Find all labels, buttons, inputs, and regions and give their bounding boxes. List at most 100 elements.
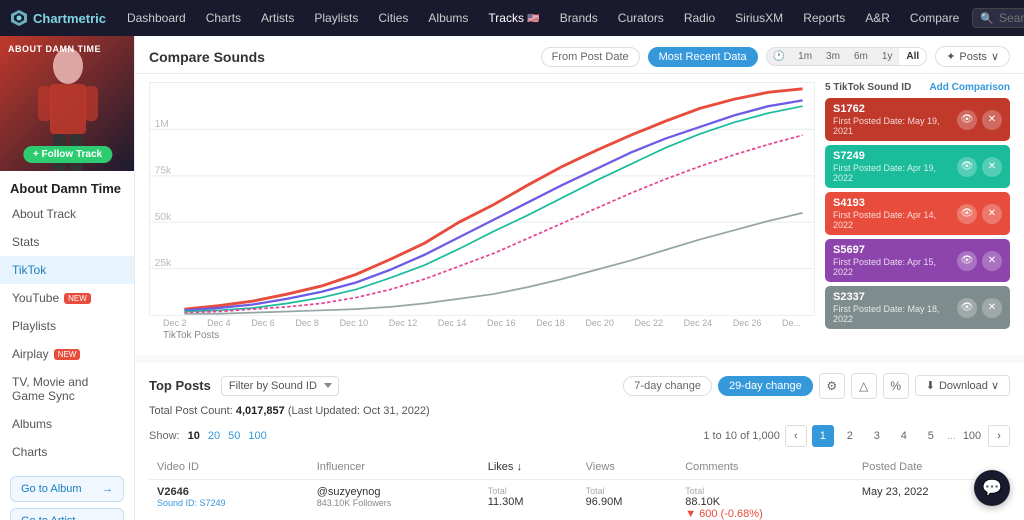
add-comparison-button[interactable]: Add Comparison <box>929 82 1010 93</box>
show-20[interactable]: 20 <box>208 430 220 442</box>
sidebar-item-tiktok[interactable]: TikTok <box>0 256 134 284</box>
nav-artists[interactable]: Artists <box>254 7 301 29</box>
sound-card-eye-icon-0[interactable]: 👁 <box>957 110 977 130</box>
search-input[interactable] <box>999 11 1024 25</box>
go-to-album-button[interactable]: Go to Album → <box>10 476 124 502</box>
posts-button[interactable]: ✦ Posts ∨ <box>935 46 1010 67</box>
sidebar-item-airplay[interactable]: Airplay NEW <box>0 340 134 368</box>
table-header-row: Video ID Influencer Likes ↓ Views Commen… <box>149 455 1010 480</box>
sound-card-close-icon-0[interactable]: ✕ <box>982 110 1002 130</box>
col-video-id: Video ID <box>149 455 309 480</box>
logo[interactable]: Chartmetric <box>10 9 106 27</box>
nav-curators[interactable]: Curators <box>611 7 671 29</box>
sound-card-eye-icon-4[interactable]: 👁 <box>957 298 977 318</box>
nav-brands[interactable]: Brands <box>553 7 605 29</box>
page-4-button[interactable]: 4 <box>893 425 915 447</box>
page-next-button[interactable]: › <box>988 425 1010 447</box>
sound-id-s7249: S7249 <box>833 150 957 162</box>
sound-id-s1762: S1762 <box>833 103 957 115</box>
sound-card-eye-icon-2[interactable]: 👁 <box>957 204 977 224</box>
alert-icon-button[interactable]: △ <box>851 373 877 399</box>
29day-change-button[interactable]: 29-day change <box>718 376 813 396</box>
show-10[interactable]: 10 <box>188 430 200 442</box>
cell-views-0: Total 96.90M <box>578 479 678 520</box>
sound-id-s2337: S2337 <box>833 291 957 303</box>
cell-influencer-0: @suzyeynog 843.10K Followers <box>309 479 480 520</box>
nav-anr[interactable]: A&R <box>858 7 897 29</box>
search-box[interactable]: 🔍 <box>972 8 1024 28</box>
sound-id-cards: 5 TikTok Sound ID Add Comparison S1762 F… <box>825 82 1010 347</box>
time-btn-all[interactable]: All <box>899 48 926 65</box>
album-art: ABOUT DAMN TIME + Follow Track <box>0 36 135 171</box>
7day-change-button[interactable]: 7-day change <box>623 376 712 396</box>
sidebar-item-charts[interactable]: Charts <box>0 438 134 466</box>
filter-by-sound-id-select[interactable]: Filter by Sound ID <box>221 376 339 396</box>
show-100[interactable]: 100 <box>248 430 266 442</box>
show-50[interactable]: 50 <box>228 430 240 442</box>
nav-siriusxm[interactable]: SiriusXM <box>728 7 790 29</box>
header-controls: From Post Date Most Recent Data 🕐 1m 3m … <box>541 46 1010 67</box>
sidebar-item-tv-sync[interactable]: TV, Movie and Game Sync <box>0 368 134 410</box>
sidebar-item-youtube[interactable]: YouTube NEW <box>0 284 134 312</box>
sidebar-item-albums[interactable]: Albums <box>0 410 134 438</box>
pagination-info: 1 to 10 of 1,000 <box>703 430 779 442</box>
sidebar-item-playlists[interactable]: Playlists <box>0 312 134 340</box>
airplay-new-badge: NEW <box>54 349 81 360</box>
most-recent-data-button[interactable]: Most Recent Data <box>648 47 758 67</box>
sound-card-close-icon-3[interactable]: ✕ <box>982 251 1002 271</box>
sidebar-item-about-track[interactable]: About Track <box>0 200 134 228</box>
compare-sounds-chart: 1M 75k 50k 25k <box>149 82 815 316</box>
nav-cities[interactable]: Cities <box>371 7 415 29</box>
top-posts-title: Top Posts <box>149 378 211 393</box>
sidebar-item-stats[interactable]: Stats <box>0 228 134 256</box>
from-post-date-button[interactable]: From Post Date <box>541 47 640 67</box>
compare-sounds-title: Compare Sounds <box>149 49 265 65</box>
page-1-button[interactable]: 1 <box>812 425 834 447</box>
page-3-button[interactable]: 3 <box>866 425 888 447</box>
nav-playlists[interactable]: Playlists <box>307 7 365 29</box>
download-button[interactable]: ⬇ Download ∨ <box>915 375 1010 396</box>
compare-sounds-header: Compare Sounds From Post Date Most Recen… <box>135 36 1024 74</box>
follow-track-button[interactable]: + Follow Track <box>23 146 112 163</box>
sound-card-close-icon-2[interactable]: ✕ <box>982 204 1002 224</box>
nav-reports[interactable]: Reports <box>796 7 852 29</box>
chart-area: 1M 75k 50k 25k <box>135 74 1024 355</box>
page-2-button[interactable]: 2 <box>839 425 861 447</box>
nav-tracks[interactable]: Tracks 🇺🇸 <box>481 7 546 29</box>
sound-card-eye-icon-1[interactable]: 👁 <box>957 157 977 177</box>
col-views: Views <box>578 455 678 480</box>
time-btn-1y[interactable]: 1y <box>875 48 900 65</box>
col-influencer: Influencer <box>309 455 480 480</box>
nav-charts[interactable]: Charts <box>199 7 248 29</box>
page-100-button[interactable]: 100 <box>961 425 983 447</box>
main-content: Compare Sounds From Post Date Most Recen… <box>135 36 1024 520</box>
nav-dashboard[interactable]: Dashboard <box>120 7 193 29</box>
show-label: Show: <box>149 430 180 442</box>
arrow-right-icon-2: → <box>102 515 113 520</box>
table-row: V2646 Sound ID: S7249 @suzyeynog 843.10K… <box>149 479 1010 520</box>
time-btn-3m[interactable]: 3m <box>819 48 847 65</box>
sound-card-close-icon-4[interactable]: ✕ <box>982 298 1002 318</box>
time-btn-clock[interactable]: 🕐 <box>767 48 791 65</box>
percent-icon-button[interactable]: % <box>883 373 909 399</box>
settings-icon-button[interactable]: ⚙ <box>819 373 845 399</box>
posts-icon: ✦ <box>946 50 955 63</box>
sound-card-close-icon-1[interactable]: ✕ <box>982 157 1002 177</box>
page-5-button[interactable]: 5 <box>920 425 942 447</box>
go-to-artist-button[interactable]: Go to Artist → <box>10 508 124 520</box>
chat-bubble-button[interactable]: 💬 <box>974 470 1010 506</box>
show-row: Show: 10 20 50 100 1 to 10 of 1,000 ‹ 1 … <box>149 425 1010 447</box>
page-prev-button[interactable]: ‹ <box>785 425 807 447</box>
time-btn-1m[interactable]: 1m <box>791 48 819 65</box>
cell-likes-0: Total 11.30M <box>480 479 578 520</box>
time-btn-6m[interactable]: 6m <box>847 48 875 65</box>
nav-albums[interactable]: Albums <box>421 7 475 29</box>
sound-card-s1762: S1762 First Posted Date: May 19, 2021 👁 … <box>825 98 1010 141</box>
nav-compare[interactable]: Compare <box>903 7 966 29</box>
sound-cards-title: 5 TikTok Sound ID <box>825 82 911 93</box>
col-likes[interactable]: Likes ↓ <box>480 455 578 480</box>
posts-table: Video ID Influencer Likes ↓ Views Commen… <box>149 455 1010 520</box>
sidebar-bottom: Go to Album → Go to Artist → <box>0 466 134 520</box>
sound-card-eye-icon-3[interactable]: 👁 <box>957 251 977 271</box>
nav-radio[interactable]: Radio <box>677 7 722 29</box>
